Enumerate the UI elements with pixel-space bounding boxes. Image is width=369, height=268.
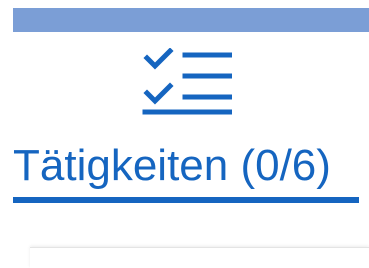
tab-selected-indicator xyxy=(13,197,359,203)
checklist-icon xyxy=(142,48,232,115)
content-card xyxy=(30,247,369,268)
header-bar xyxy=(13,8,369,32)
tab-activities-label[interactable]: Tätigkeiten (0/6) xyxy=(13,138,331,194)
